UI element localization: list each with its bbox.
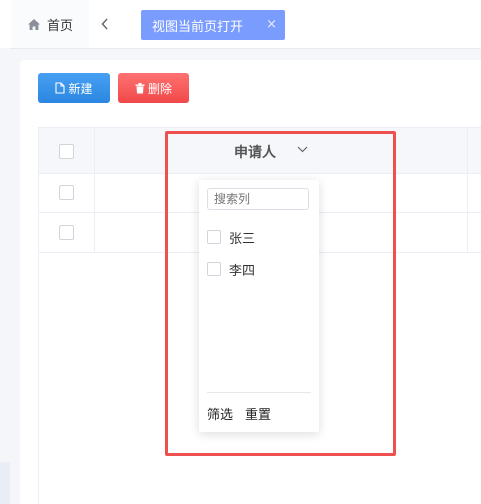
new-button-label: 新建 bbox=[68, 81, 93, 96]
sidebar-edge-highlight bbox=[0, 462, 10, 504]
tab-bar: 首页 视图当前页打开 × bbox=[0, 0, 481, 49]
column-header-applicant[interactable]: 申请人 bbox=[234, 142, 276, 162]
popover-divider bbox=[207, 392, 311, 393]
delete-button[interactable]: 删除 bbox=[118, 73, 189, 103]
filter-search-input[interactable] bbox=[207, 188, 309, 210]
filter-option-checkbox[interactable] bbox=[207, 262, 221, 276]
row-checkbox[interactable] bbox=[59, 185, 74, 200]
trash-icon bbox=[135, 82, 145, 93]
filter-option-lisi[interactable]: 李四 bbox=[207, 260, 256, 279]
delete-button-label: 删除 bbox=[147, 81, 172, 96]
tab-current-view[interactable]: 视图当前页打开 × bbox=[141, 10, 285, 40]
filter-option-checkbox[interactable] bbox=[207, 230, 221, 244]
reset-button[interactable]: 重置 bbox=[245, 404, 271, 423]
tab-current-view-label: 视图当前页打开 bbox=[152, 19, 244, 35]
tab-home-label: 首页 bbox=[46, 18, 73, 34]
filter-button[interactable]: 筛选 bbox=[207, 404, 233, 423]
filter-option-label: 李四 bbox=[229, 263, 256, 279]
row-checkbox[interactable] bbox=[59, 225, 74, 240]
table-header: 申请人 bbox=[39, 127, 481, 174]
tab-back-button[interactable] bbox=[90, 0, 120, 48]
tab-home[interactable]: 首页 bbox=[11, 0, 89, 48]
chevron-down-icon[interactable] bbox=[297, 146, 308, 153]
column-filter-popover: 张三 李四 筛选 重置 bbox=[199, 180, 319, 432]
select-all-checkbox[interactable] bbox=[59, 144, 74, 159]
filter-option-label: 张三 bbox=[229, 231, 256, 247]
new-button[interactable]: 新建 bbox=[38, 73, 110, 103]
document-icon bbox=[55, 82, 66, 94]
left-sidebar-edge bbox=[0, 48, 10, 504]
close-icon[interactable]: × bbox=[266, 17, 277, 32]
home-icon bbox=[27, 18, 40, 30]
filter-option-zhangsan[interactable]: 张三 bbox=[207, 228, 256, 247]
chevron-left-icon bbox=[101, 18, 108, 30]
